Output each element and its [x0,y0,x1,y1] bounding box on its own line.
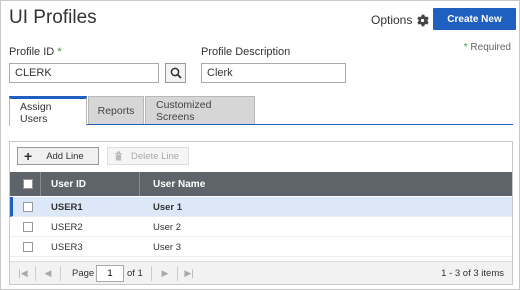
profile-id-field[interactable] [9,63,159,83]
plus-icon: + [24,148,33,164]
delete-line-label: Delete Line [131,150,180,162]
tab-bar: Assign Users Reports Customized Screens [9,96,256,126]
pager-divider [151,266,152,281]
row-checkbox[interactable] [23,217,33,237]
select-all-checkbox[interactable] [23,172,33,196]
tab-reports[interactable]: Reports [88,96,144,125]
cell-user-id: USER3 [51,241,83,253]
last-page-icon[interactable]: ▶| [183,268,195,279]
tab-customized-screens[interactable]: Customized Screens [145,96,255,125]
header-divider [40,172,41,196]
profile-id-required-star: * [57,46,62,58]
column-header-user-name[interactable]: User Name [153,172,205,196]
delete-line-button[interactable]: Delete Line [107,147,189,165]
profile-description-field[interactable] [201,63,346,83]
row-checkbox[interactable] [23,197,33,217]
table-header: User ID User Name [10,172,512,196]
required-star: * [463,42,468,53]
page-number-input[interactable] [96,265,124,282]
pager-divider [177,266,178,281]
cell-user-name: User 3 [153,241,181,253]
cell-user-id: USER1 [51,201,83,213]
table-row[interactable]: USER3 User 3 [10,237,512,257]
page-title: UI Profiles [9,7,97,28]
required-note-text: Required [470,42,511,53]
pager-divider [35,266,36,281]
create-new-button[interactable]: Create New [433,8,516,30]
options-label: Options [371,13,413,27]
add-line-button[interactable]: + Add Line [17,147,99,165]
previous-page-icon[interactable]: ◀ [42,268,54,279]
trash-icon [115,151,122,161]
next-page-icon[interactable]: ▶ [159,268,171,279]
table-row[interactable]: USER1 User 1 [10,197,512,217]
grid-toolbar: + Add Line Delete Line [10,142,512,172]
gear-icon [417,14,430,26]
cell-user-name: User 2 [153,221,181,233]
cell-user-id: USER2 [51,221,83,233]
profile-id-label-text: Profile ID [9,46,55,58]
column-header-user-id[interactable]: User ID [51,172,86,196]
checkbox-box [23,179,33,189]
checkbox-box [23,202,33,212]
first-page-icon[interactable]: |◀ [17,268,29,279]
options-menu[interactable]: Options [371,13,430,27]
items-summary: 1 - 3 of 3 items [441,268,504,279]
checkbox-box [23,222,33,232]
checkbox-box [23,242,33,252]
users-grid: + Add Line Delete Line User ID User Name [9,141,513,285]
profile-description-label: Profile Description [201,46,291,58]
header-divider [139,172,140,196]
page-count-label: of 1 [127,268,143,279]
row-checkbox[interactable] [23,237,33,257]
table-row[interactable]: USER2 User 2 [10,217,512,237]
tab-assign-users[interactable]: Assign Users [9,96,87,126]
add-line-label: Add Line [46,150,84,162]
profile-id-search-button[interactable] [165,63,186,83]
ui-profiles-window: UI Profiles Options Create New * Require… [0,0,520,290]
required-note: * Required [464,42,511,53]
search-icon [170,67,182,79]
page-label: Page [72,268,95,279]
pager: |◀ ◀ Page of 1 ▶ ▶| 1 - 3 of 3 items [10,261,512,284]
pager-divider [60,266,61,281]
cell-user-name: User 1 [153,201,183,213]
profile-id-label: Profile ID * [9,46,62,58]
